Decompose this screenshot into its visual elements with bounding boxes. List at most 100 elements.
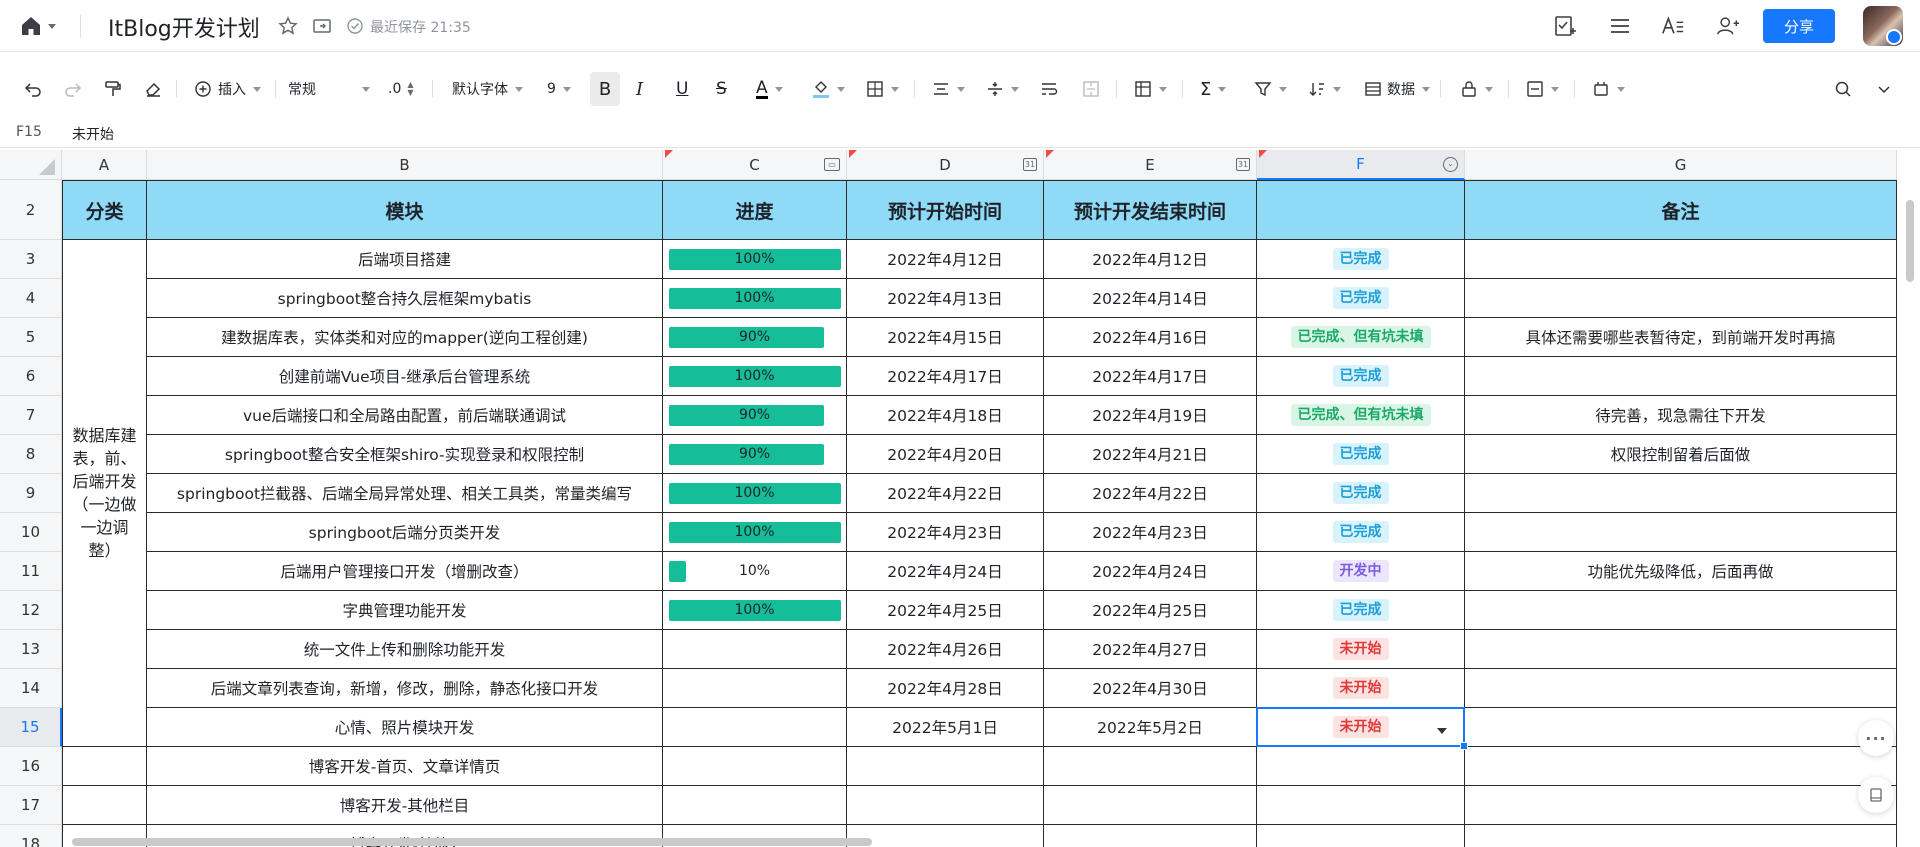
menu-icon[interactable] bbox=[1608, 14, 1632, 38]
module-cell[interactable]: 建数据库表，实体类和对应的mapper(逆向工程创建) bbox=[147, 318, 663, 357]
start-date-cell[interactable]: 2022年4月12日 bbox=[847, 240, 1044, 279]
status-cell[interactable]: 未开始 bbox=[1257, 669, 1465, 708]
share-button[interactable]: 分享 bbox=[1763, 9, 1835, 43]
note-cell[interactable] bbox=[1465, 747, 1897, 786]
note-cell[interactable]: 具体还需要哪些表暂待定，到前端开发时再搞 bbox=[1465, 318, 1897, 357]
column-header-a[interactable]: A bbox=[62, 150, 147, 180]
number-format-select[interactable]: 常规 bbox=[288, 72, 370, 106]
column-header-d[interactable]: D 31 bbox=[847, 150, 1044, 180]
status-cell[interactable]: 已完成、但有坑未填 bbox=[1257, 396, 1465, 435]
row-header[interactable]: 2 bbox=[0, 180, 62, 240]
undo-button[interactable] bbox=[24, 72, 42, 106]
note-cell[interactable] bbox=[1465, 786, 1897, 825]
plugin-button[interactable] bbox=[1592, 72, 1625, 106]
start-date-cell[interactable]: 2022年4月20日 bbox=[847, 435, 1044, 474]
redo-button[interactable] bbox=[64, 72, 82, 106]
fill-handle[interactable] bbox=[1460, 742, 1468, 750]
status-cell[interactable]: 未开始 bbox=[1257, 630, 1465, 669]
module-cell[interactable]: springboot整合安全框架shiro-实现登录和权限控制 bbox=[147, 435, 663, 474]
end-date-cell[interactable]: 2022年4月25日 bbox=[1044, 591, 1257, 630]
collapse-toolbar-button[interactable] bbox=[1876, 72, 1892, 106]
status-cell[interactable]: 已完成 bbox=[1257, 279, 1465, 318]
start-date-cell[interactable]: 2022年4月18日 bbox=[847, 396, 1044, 435]
checklist-add-icon[interactable] bbox=[1553, 14, 1577, 38]
column-header-c[interactable]: C ▭ bbox=[663, 150, 847, 180]
module-cell[interactable]: springboot后端分页类开发 bbox=[147, 513, 663, 552]
format-painter-button[interactable] bbox=[104, 72, 122, 106]
end-date-cell[interactable] bbox=[1044, 747, 1257, 786]
underline-button[interactable]: U bbox=[676, 72, 688, 106]
note-cell[interactable] bbox=[1465, 474, 1897, 513]
start-date-cell[interactable] bbox=[847, 747, 1044, 786]
header-cell-start[interactable]: 预计开始时间 bbox=[847, 180, 1044, 240]
start-date-cell[interactable]: 2022年4月15日 bbox=[847, 318, 1044, 357]
row-header[interactable]: 5 bbox=[0, 318, 62, 357]
note-cell[interactable] bbox=[1465, 591, 1897, 630]
start-date-cell[interactable]: 2022年4月24日 bbox=[847, 552, 1044, 591]
start-date-cell[interactable]: 2022年4月23日 bbox=[847, 513, 1044, 552]
row-header[interactable]: 12 bbox=[0, 591, 62, 630]
status-cell[interactable]: 已完成、但有坑未填 bbox=[1257, 318, 1465, 357]
start-date-cell[interactable]: 2022年4月17日 bbox=[847, 357, 1044, 396]
protect-button[interactable] bbox=[1460, 72, 1493, 106]
note-cell[interactable] bbox=[1465, 279, 1897, 318]
note-cell[interactable]: 功能优先级降低，后面再做 bbox=[1465, 552, 1897, 591]
row-header[interactable]: 15 bbox=[0, 708, 62, 747]
avatar[interactable] bbox=[1863, 6, 1903, 46]
start-date-cell[interactable]: 2022年4月13日 bbox=[847, 279, 1044, 318]
module-cell[interactable]: 后端项目搭建 bbox=[147, 240, 663, 279]
end-date-cell[interactable]: 2022年4月21日 bbox=[1044, 435, 1257, 474]
row-header[interactable]: 10 bbox=[0, 513, 62, 552]
column-header-b[interactable]: B bbox=[147, 150, 663, 180]
note-cell[interactable]: 权限控制留着后面做 bbox=[1465, 435, 1897, 474]
progress-cell[interactable] bbox=[663, 708, 847, 747]
status-cell[interactable] bbox=[1257, 747, 1465, 786]
row-header[interactable]: 6 bbox=[0, 357, 62, 396]
category-cell[interactable]: 数据库建表，前、后端开发（一边做一边调整） bbox=[62, 240, 147, 747]
row-header[interactable]: 13 bbox=[0, 630, 62, 669]
vertical-align-button[interactable] bbox=[986, 72, 1019, 106]
note-cell[interactable] bbox=[1465, 630, 1897, 669]
status-cell[interactable]: 开发中 bbox=[1257, 552, 1465, 591]
module-cell[interactable]: springboot整合持久层框架mybatis bbox=[147, 279, 663, 318]
spreadsheet-grid[interactable]: A B C ▭ D 31 E 31 F ⌄ G 2 分类 模块 进度 预计开始时间 预计开发结束时间 备注 3 后端项… bbox=[0, 150, 1920, 847]
module-cell[interactable]: 博客开发-其他栏目 bbox=[147, 786, 663, 825]
end-date-cell[interactable]: 2022年4月14日 bbox=[1044, 279, 1257, 318]
start-date-cell[interactable]: 2022年4月25日 bbox=[847, 591, 1044, 630]
progress-cell[interactable]: 100% bbox=[663, 357, 847, 396]
header-cell-end[interactable]: 预计开发结束时间 bbox=[1044, 180, 1257, 240]
font-family-select[interactable]: 默认字体 bbox=[452, 72, 523, 106]
status-cell[interactable]: 已完成 bbox=[1257, 513, 1465, 552]
module-cell[interactable]: 后端用户管理接口开发（增删改查） bbox=[147, 552, 663, 591]
header-cell-category[interactable]: 分类 bbox=[62, 180, 147, 240]
text-format-icon[interactable] bbox=[1661, 14, 1685, 38]
module-cell[interactable]: springboot拦截器、后端全局异常处理、相关工具类，常量类编写 bbox=[147, 474, 663, 513]
end-date-cell[interactable]: 2022年4月16日 bbox=[1044, 318, 1257, 357]
formula-input[interactable]: 未开始 bbox=[72, 124, 114, 144]
side-panel-button[interactable] bbox=[1858, 777, 1894, 813]
status-cell[interactable]: 已完成 bbox=[1257, 591, 1465, 630]
borders-button[interactable] bbox=[866, 72, 899, 106]
progress-cell[interactable] bbox=[663, 669, 847, 708]
row-header[interactable]: 7 bbox=[0, 396, 62, 435]
horizontal-scrollbar[interactable] bbox=[72, 838, 872, 846]
row-header[interactable]: 11 bbox=[0, 552, 62, 591]
status-cell[interactable]: 已完成 bbox=[1257, 240, 1465, 279]
fill-color-button[interactable] bbox=[812, 72, 845, 106]
conditional-format-button[interactable] bbox=[1134, 72, 1167, 106]
module-cell[interactable]: 统一文件上传和删除功能开发 bbox=[147, 630, 663, 669]
progress-cell[interactable]: 90% bbox=[663, 396, 847, 435]
row-header[interactable]: 4 bbox=[0, 279, 62, 318]
column-header-g[interactable]: G bbox=[1465, 150, 1897, 180]
module-cell[interactable]: 后端文章列表查询，新增，修改，删除，静态化接口开发 bbox=[147, 669, 663, 708]
progress-cell[interactable]: 100% bbox=[663, 513, 847, 552]
status-cell[interactable]: 已完成 bbox=[1257, 435, 1465, 474]
row-header[interactable]: 14 bbox=[0, 669, 62, 708]
data-menu[interactable]: 数据 bbox=[1364, 72, 1430, 106]
filter-button[interactable] bbox=[1254, 72, 1287, 106]
freeze-button[interactable] bbox=[1526, 72, 1559, 106]
decimal-stepper[interactable]: .0 ▲ ▼ bbox=[388, 72, 414, 106]
italic-button[interactable]: I bbox=[636, 72, 643, 106]
module-cell[interactable]: 创建前端Vue项目-继承后台管理系统 bbox=[147, 357, 663, 396]
note-cell[interactable] bbox=[1465, 669, 1897, 708]
